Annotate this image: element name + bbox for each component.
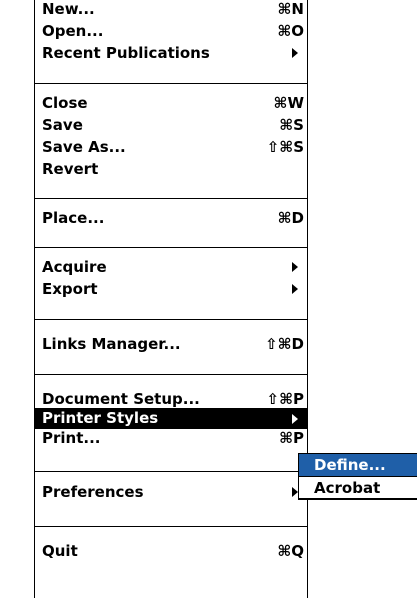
menu-item-place[interactable]: Place... ⌘D [35, 207, 307, 229]
shortcut-label: ⌘O [277, 22, 304, 40]
menu-item-open[interactable]: Open... ⌘O [35, 20, 307, 42]
menu-item-label: Revert [42, 160, 99, 178]
menu-item-save[interactable]: Save ⌘S [35, 114, 307, 136]
menu-item-label: Open... [42, 22, 104, 40]
shortcut-label: ⇧⌘P [266, 390, 304, 408]
submenu-item-acrobat[interactable]: Acrobat [299, 477, 417, 499]
menu-item-acquire[interactable]: Acquire [35, 256, 307, 278]
menu-item-label: Recent Publications [42, 44, 210, 62]
shortcut-label: ⌘W [273, 94, 304, 112]
menu-item-label: Place... [42, 209, 105, 227]
shortcut-label: ⌘D [277, 209, 304, 227]
shortcut-label: ⌘N [277, 0, 304, 18]
menu-divider [35, 374, 307, 375]
submenu-item-label: Define... [314, 456, 386, 474]
menu-item-close[interactable]: Close ⌘W [35, 92, 307, 114]
menu-item-label: Document Setup... [42, 390, 200, 408]
menu-item-label: Preferences [42, 483, 144, 501]
menu-item-save-as[interactable]: Save As... ⇧⌘S [35, 136, 307, 158]
menu-item-quit[interactable]: Quit ⌘Q [35, 540, 307, 562]
menu-item-label: Save As... [42, 138, 126, 156]
submenu-item-label: Acrobat [314, 479, 381, 497]
menu-item-print[interactable]: Print... ⌘P [35, 427, 307, 449]
menu-item-recent-publications[interactable]: Recent Publications [35, 42, 307, 64]
file-menu: New... ⌘N Open... ⌘O Recent Publications… [34, 0, 308, 598]
menu-item-label: New... [42, 0, 95, 18]
menu-item-document-setup[interactable]: Document Setup... ⇧⌘P [35, 388, 307, 410]
menu-item-label: Export [42, 280, 98, 298]
menu-divider [35, 471, 307, 472]
shortcut-label: ⌘S [279, 116, 304, 134]
submenu-item-define[interactable]: Define... [299, 454, 417, 476]
menu-divider [35, 83, 307, 84]
shortcut-label: ⌘Q [277, 542, 304, 560]
menu-item-label: Acquire [42, 258, 107, 276]
menu-item-label: Printer Styles [42, 409, 159, 427]
submenu-arrow-icon [292, 262, 298, 272]
menu-item-export[interactable]: Export [35, 278, 307, 300]
menu-item-label: Links Manager... [42, 335, 181, 353]
shortcut-label: ⌘P [279, 429, 304, 447]
menu-item-label: Print... [42, 429, 101, 447]
menu-divider [35, 198, 307, 199]
shortcut-label: ⇧⌘S [266, 138, 304, 156]
menu-item-preferences[interactable]: Preferences [35, 481, 307, 503]
menu-divider [35, 526, 307, 527]
submenu-arrow-icon [292, 48, 298, 58]
menu-item-printer-styles[interactable]: Printer Styles [35, 408, 307, 429]
menu-item-links-manager[interactable]: Links Manager... ⇧⌘D [35, 333, 307, 355]
menu-divider [35, 319, 307, 320]
menu-divider [35, 247, 307, 248]
submenu-arrow-icon [292, 414, 298, 424]
menu-item-revert[interactable]: Revert [35, 158, 307, 180]
shortcut-label: ⇧⌘D [265, 335, 304, 353]
menu-item-label: Close [42, 94, 88, 112]
submenu-arrow-icon [292, 284, 298, 294]
menu-item-label: Save [42, 116, 83, 134]
menu-item-new[interactable]: New... ⌘N [35, 0, 307, 20]
printer-styles-submenu: Define... Acrobat [298, 453, 417, 499]
menu-item-label: Quit [42, 542, 78, 560]
